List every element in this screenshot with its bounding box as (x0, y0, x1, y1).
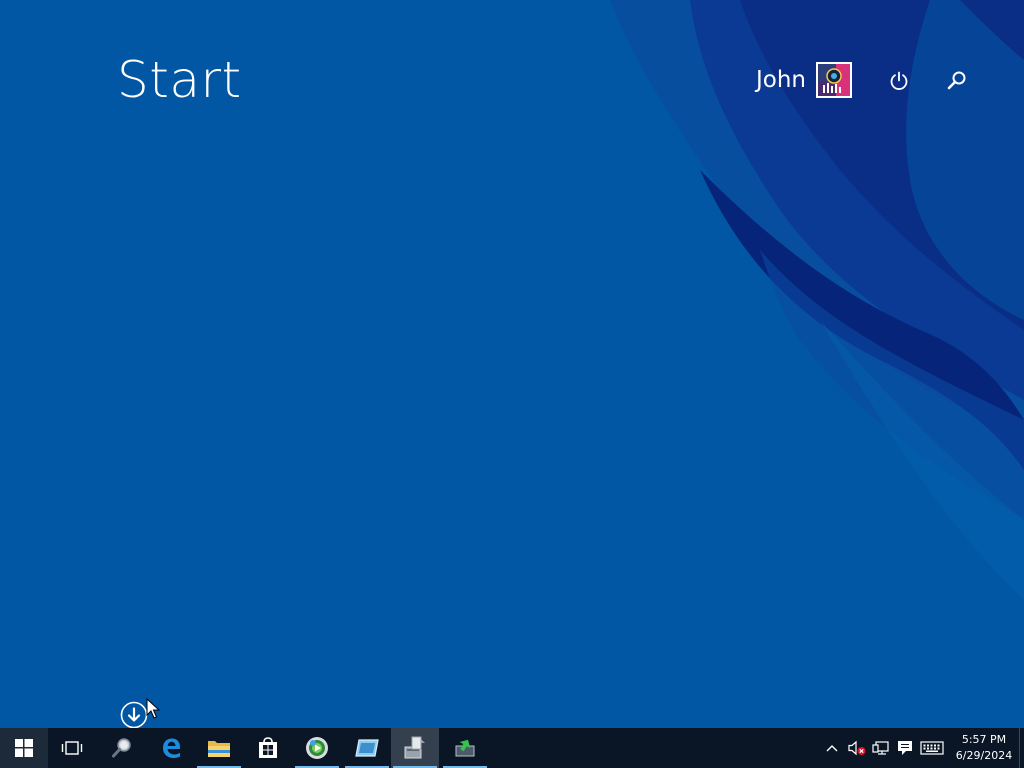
folder-icon (208, 741, 230, 757)
task-view-button[interactable] (48, 728, 96, 768)
clock-button[interactable]: 5:57 PM 6/29/2024 (949, 728, 1019, 768)
installer-button[interactable] (391, 728, 439, 768)
app-window-icon (355, 739, 379, 757)
app-window-button[interactable] (343, 728, 391, 768)
action-center-icon (898, 741, 912, 755)
media-player-icon (306, 737, 328, 759)
volume-muted-icon (848, 740, 866, 756)
taskbar: 5:57 PM 6/29/2024 (0, 728, 1024, 768)
start-button[interactable] (0, 728, 48, 768)
installer-icon (404, 736, 425, 759)
clock-time: 5:57 PM (961, 733, 1007, 746)
network-button[interactable] (870, 728, 892, 768)
user-account-button[interactable]: John (740, 60, 853, 100)
store-button[interactable] (244, 728, 292, 768)
show-desktop-button[interactable] (1019, 728, 1024, 768)
clock-date: 6/29/2024 (955, 749, 1013, 762)
mouse-cursor-icon (146, 698, 160, 719)
tray-app-button[interactable] (441, 728, 489, 768)
start-title: Start (117, 51, 242, 109)
start-screen: Start John 5:57 PM 6/29/2024 (0, 0, 1024, 768)
file-explorer-button[interactable] (195, 728, 243, 768)
user-avatar-icon (816, 62, 853, 98)
search-button[interactable] (940, 64, 974, 98)
chevron-up-icon (826, 745, 838, 752)
edge-button[interactable] (147, 728, 195, 768)
power-icon (890, 71, 908, 90)
volume-button[interactable] (845, 728, 869, 768)
media-player-button[interactable] (293, 728, 341, 768)
magnifier-icon (112, 738, 131, 758)
arrow-down-circle-icon (120, 701, 148, 729)
all-apps-button[interactable] (120, 701, 148, 729)
user-name: John (756, 67, 807, 93)
show-hidden-icons-button[interactable] (822, 728, 842, 768)
action-center-button[interactable] (894, 728, 916, 768)
search-icon (947, 71, 966, 90)
keyboard-icon (920, 741, 944, 755)
task-view-icon (61, 741, 83, 755)
edge-icon (163, 738, 180, 758)
store-bag-icon (259, 737, 277, 758)
network-icon (872, 741, 889, 755)
touch-keyboard-button[interactable] (918, 728, 946, 768)
power-button[interactable] (882, 64, 916, 98)
windows-logo-icon (15, 739, 33, 757)
taskbar-search-button[interactable] (98, 728, 146, 768)
green-arrow-tray-icon (455, 739, 475, 757)
